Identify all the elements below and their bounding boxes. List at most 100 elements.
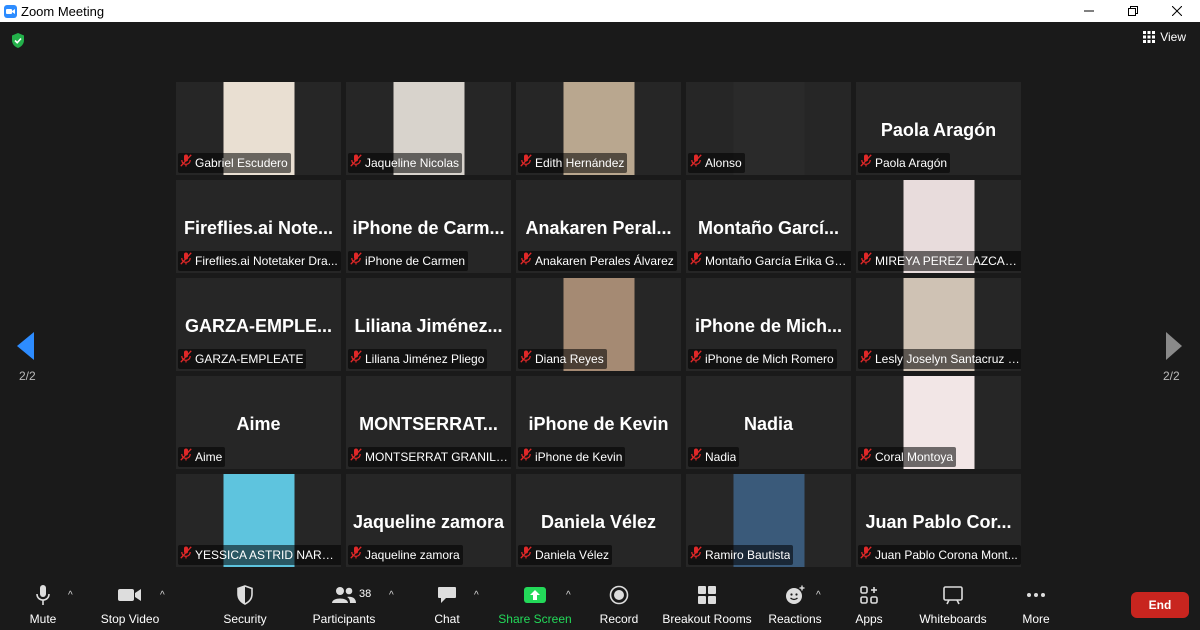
whiteboard-icon (942, 580, 964, 610)
muted-mic-icon (520, 154, 532, 172)
reactions-options-caret-icon[interactable]: ^ (816, 590, 821, 601)
whiteboards-label: Whiteboards (919, 612, 987, 626)
participant-name: Jaqueline zamora (365, 548, 460, 562)
participant-tile[interactable]: GARZA-EMPLE... GARZA-EMPLEATE (176, 278, 341, 371)
participants-count: 38 (359, 588, 372, 600)
record-icon (609, 580, 629, 610)
participant-tile[interactable]: iPhone de Mich... iPhone de Mich Romero (686, 278, 851, 371)
minimize-button[interactable] (1066, 0, 1112, 22)
muted-mic-icon (520, 350, 532, 368)
participant-name: Alonso (705, 156, 742, 170)
participant-tile[interactable]: Jaqueline Nicolas (346, 82, 511, 175)
breakout-rooms-button[interactable]: Breakout Rooms (661, 580, 753, 630)
reactions-button[interactable]: Reactions (766, 580, 824, 630)
muted-mic-icon (180, 154, 192, 172)
muted-mic-icon (690, 350, 702, 368)
end-meeting-button[interactable]: End (1131, 592, 1189, 618)
participant-tile[interactable]: Coral Montoya (856, 376, 1021, 469)
participant-tile[interactable]: Edith Hernández (516, 82, 681, 175)
participant-display-name: Paola Aragón (880, 120, 997, 140)
muted-mic-icon (690, 154, 702, 172)
participant-tile[interactable]: Gabriel Escudero (176, 82, 341, 175)
participants-icon (331, 580, 357, 610)
participant-name: Nadia (705, 450, 737, 464)
participant-tile[interactable]: Aime Aime (176, 376, 341, 469)
mute-button[interactable]: Mute (24, 580, 62, 630)
chat-label: Chat (434, 612, 460, 626)
chat-bubble-icon (437, 580, 457, 610)
participant-name-label: Edith Hernández (518, 153, 628, 173)
whiteboards-button[interactable]: Whiteboards (915, 580, 991, 630)
participant-name-label: Anakaren Perales Álvarez (518, 251, 677, 271)
participant-tile[interactable]: Nadia Nadia (686, 376, 851, 469)
participant-name: Coral Montoya (875, 450, 954, 464)
apps-button[interactable]: Apps (850, 580, 888, 630)
next-page-label: 2/2 (1163, 369, 1180, 383)
previous-page-arrow-icon[interactable] (17, 332, 35, 365)
participant-tile[interactable]: Anakaren Peral... Anakaren Perales Álvare… (516, 180, 681, 273)
grid-view-icon (1143, 31, 1156, 43)
meeting-stage: View Gabriel Escudero Jaqueline Nicolas Ed… (0, 22, 1200, 580)
participants-options-caret-icon[interactable]: ^ (389, 590, 394, 601)
next-page-arrow-icon[interactable] (1166, 332, 1182, 365)
participant-tile[interactable]: Alonso (686, 82, 851, 175)
participant-name: Diana Reyes (535, 352, 604, 366)
participant-name-label: Alonso (688, 153, 745, 173)
participant-display-name: Anakaren Peral... (525, 218, 672, 238)
participant-name-label: GARZA-EMPLEATE (178, 349, 307, 369)
muted-mic-icon (180, 350, 192, 368)
muted-mic-icon (520, 252, 532, 270)
participant-tile[interactable]: Ramiro Bautista (686, 474, 851, 567)
participant-tile[interactable]: Paola Aragón Paola Aragón (856, 82, 1021, 175)
muted-mic-icon (860, 252, 872, 270)
chat-options-caret-icon[interactable]: ^ (474, 590, 479, 601)
security-button[interactable]: Security (220, 580, 270, 630)
record-button[interactable]: Record (597, 580, 641, 630)
participant-name: MONTSERRAT GRANILLO (365, 450, 511, 464)
participant-tile[interactable]: MONTSERRAT... MONTSERRAT GRANILLO (346, 376, 511, 469)
participant-name: Liliana Jiménez Pliego (365, 352, 485, 366)
participant-tile[interactable]: MIREYA PEREZ LAZCANO (856, 180, 1021, 273)
encryption-shield-icon[interactable] (10, 32, 26, 54)
muted-mic-icon (690, 448, 702, 466)
view-button[interactable]: View (1143, 30, 1186, 44)
participant-name-label: iPhone de Carmen (348, 251, 469, 271)
participant-name-label: MIREYA PEREZ LAZCANO (858, 251, 1021, 271)
participant-display-name: iPhone de Mich... (694, 316, 842, 336)
participant-tile[interactable]: Liliana Jiménez... Liliana Jiménez Pliego (346, 278, 511, 371)
muted-mic-icon (350, 350, 362, 368)
participant-name-label: Coral Montoya (858, 447, 957, 467)
more-button[interactable]: More (1017, 580, 1055, 630)
audio-options-caret-icon[interactable]: ^ (68, 590, 73, 601)
participant-tile[interactable]: Lesly Joselyn Santacruz H... (856, 278, 1021, 371)
participant-tile[interactable]: YESSICA ASTRID NARANJ... (176, 474, 341, 567)
stop-video-button[interactable]: Stop Video (96, 580, 164, 630)
participant-tile[interactable]: iPhone de Kevin iPhone de Kevin (516, 376, 681, 469)
participant-tile[interactable]: Diana Reyes (516, 278, 681, 371)
participant-name-label: Aime (178, 447, 226, 467)
participant-name-label: Liliana Jiménez Pliego (348, 349, 488, 369)
participants-label: Participants (312, 612, 376, 626)
participant-name: iPhone de Kevin (535, 450, 623, 464)
participant-name: YESSICA ASTRID NARANJ... (195, 548, 341, 562)
share-screen-button[interactable]: Share Screen (498, 580, 572, 630)
muted-mic-icon (180, 546, 192, 564)
participant-tile[interactable]: Montaño Garcí... Montaño García Erika Gu.… (686, 180, 851, 273)
share-options-caret-icon[interactable]: ^ (566, 590, 571, 601)
participant-tile[interactable]: Juan Pablo Cor... Juan Pablo Corona Mont.… (856, 474, 1021, 567)
participant-tile[interactable]: Jaqueline zamora Jaqueline zamora (346, 474, 511, 567)
participant-tile[interactable]: Fireflies.ai Note... Fireflies.ai Notetak… (176, 180, 341, 273)
chat-button[interactable]: Chat (427, 580, 467, 630)
maximize-button[interactable] (1110, 0, 1156, 22)
muted-mic-icon (860, 154, 872, 172)
previous-page-label: 2/2 (19, 369, 36, 383)
participant-display-name: Nadia (743, 414, 794, 434)
participant-tile[interactable]: Daniela Vélez Daniela Vélez (516, 474, 681, 567)
participant-name-label: MONTSERRAT GRANILLO (348, 447, 511, 467)
video-options-caret-icon[interactable]: ^ (160, 590, 165, 601)
participant-tile[interactable]: iPhone de Carm... iPhone de Carmen (346, 180, 511, 273)
participant-name-label: Lesly Joselyn Santacruz H... (858, 349, 1021, 369)
close-button[interactable] (1154, 0, 1200, 22)
participant-name: Fireflies.ai Notetaker Dra... (195, 254, 338, 268)
muted-mic-icon (860, 546, 872, 564)
